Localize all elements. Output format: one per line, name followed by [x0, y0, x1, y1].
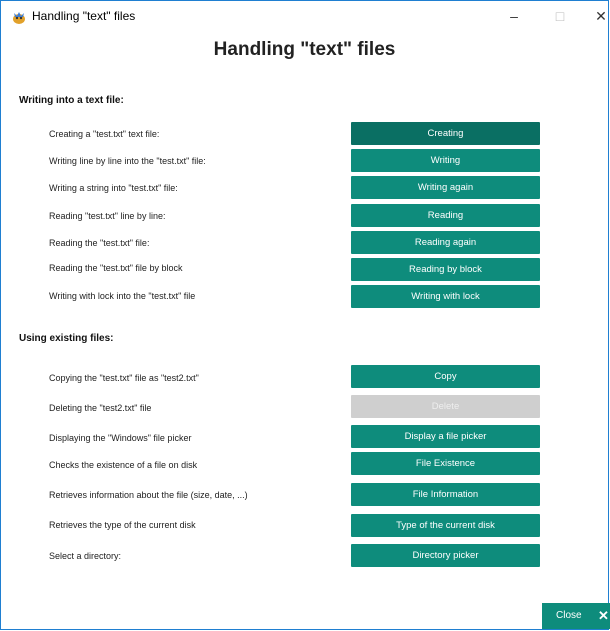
- close-window-button[interactable]: ✕: [586, 5, 610, 27]
- reading-again-button[interactable]: Reading again: [351, 231, 540, 254]
- close-icon: ✕: [598, 608, 609, 623]
- row-label-writing-lock: Writing with lock into the "test.txt" fi…: [49, 291, 196, 301]
- minimize-button[interactable]: –: [499, 5, 529, 27]
- reading-by-block-button[interactable]: Reading by block: [351, 258, 540, 281]
- row-label-writing: Writing line by line into the "test.txt"…: [49, 156, 206, 166]
- row-label-creating: Creating a "test.txt" text file:: [49, 129, 160, 139]
- file-information-button[interactable]: File Information: [351, 483, 540, 506]
- row-label-directory: Select a directory:: [49, 551, 122, 561]
- row-label-file-information: Retrieves information about the file (si…: [49, 490, 248, 500]
- directory-picker-button[interactable]: Directory picker: [351, 544, 540, 567]
- section-writing-title: Writing into a text file:: [19, 95, 124, 106]
- delete-button: Delete: [351, 395, 540, 418]
- creating-button[interactable]: Creating: [351, 122, 540, 145]
- writing-with-lock-button[interactable]: Writing with lock: [351, 285, 540, 308]
- window-title: Handling "text" files: [32, 9, 136, 23]
- file-existence-button[interactable]: File Existence: [351, 452, 540, 475]
- close-button-label: Close: [556, 610, 582, 621]
- maximize-button[interactable]: □: [545, 5, 575, 27]
- copy-button[interactable]: Copy: [351, 365, 540, 388]
- writing-button[interactable]: Writing: [351, 149, 540, 172]
- display-file-picker-button[interactable]: Display a file picker: [351, 425, 540, 448]
- page-title: Handling "text" files: [213, 39, 396, 60]
- writing-again-button[interactable]: Writing again: [351, 176, 540, 199]
- row-label-copy: Copying the "test.txt" file as "test2.tx…: [49, 373, 199, 383]
- app-window: Handling "text" files – □ ✕ Handling "te…: [0, 0, 610, 630]
- row-label-reading-again: Reading the "test.txt" file:: [49, 238, 150, 248]
- title-bar: Handling "text" files – □ ✕: [1, 1, 608, 31]
- row-label-reading: Reading "test.txt" line by line:: [49, 211, 166, 221]
- disk-type-button[interactable]: Type of the current disk: [351, 514, 540, 537]
- row-label-file-existence: Checks the existence of a file on disk: [49, 460, 198, 470]
- app-icon: [13, 12, 25, 24]
- row-label-reading-block: Reading the "test.txt" file by block: [49, 263, 183, 273]
- row-label-disk-type: Retrieves the type of the current disk: [49, 520, 196, 530]
- row-label-delete: Deleting the "test2.txt" file: [49, 403, 152, 413]
- row-label-file-picker: Displaying the "Windows" file picker: [49, 433, 192, 443]
- close-button[interactable]: Close ✕: [542, 603, 610, 629]
- row-label-writing-again: Writing a string into "test.txt" file:: [49, 183, 178, 193]
- section-existing-title: Using existing files:: [19, 333, 114, 344]
- reading-button[interactable]: Reading: [351, 204, 540, 227]
